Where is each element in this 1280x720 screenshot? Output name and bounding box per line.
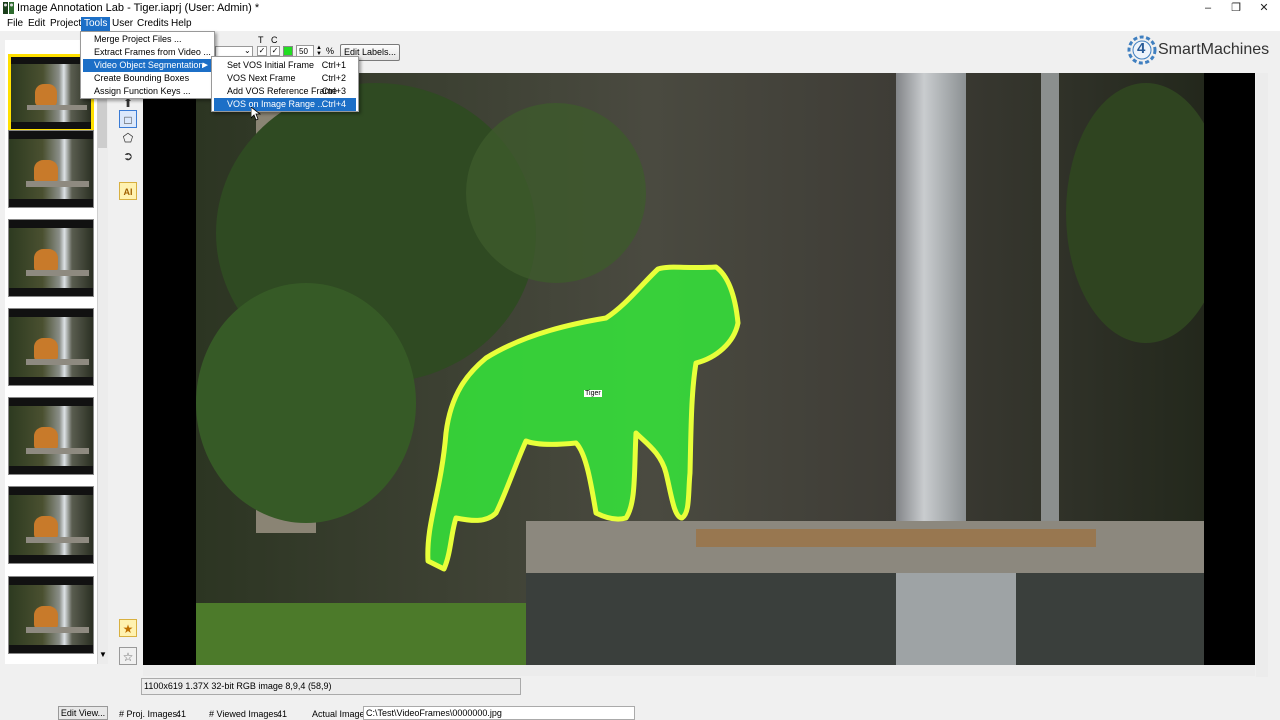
- chevron-down-icon[interactable]: ⌄: [244, 46, 251, 55]
- menu-bar: File Edit Project Tools User Credits Hel…: [0, 17, 1280, 31]
- logo-number: 4: [1137, 40, 1146, 57]
- scroll-down-icon[interactable]: ▼: [99, 650, 107, 659]
- checkbox-icon[interactable]: ✓: [270, 46, 280, 56]
- actual-image-path: C:\Test\VideoFrames\0000000.jpg: [363, 706, 635, 720]
- menu-item-add-vos-reference-frame[interactable]: Add VOS Reference Frame Ctrl+3: [214, 85, 356, 98]
- shortcut-label: Ctrl+3: [321, 86, 346, 96]
- logo-text: SmartMachines: [1158, 41, 1270, 58]
- image-info-status: 1100x619 1.37X 32-bit RGB image 8,9,4 (5…: [141, 678, 521, 695]
- proj-images-label: # Proj. Images:: [119, 709, 180, 719]
- rectangle-icon[interactable]: □: [119, 110, 137, 128]
- menu-item-label: Add VOS Reference Frame: [227, 86, 338, 96]
- toggle-t-label: T: [258, 35, 264, 45]
- submenu-arrow-icon: ▶: [202, 62, 208, 69]
- canvas-vertical-scrollbar[interactable]: [1256, 73, 1268, 677]
- menu-item-create-bounding-boxes[interactable]: Create Bounding Boxes: [83, 72, 212, 85]
- close-icon[interactable]: ✕: [1250, 0, 1278, 17]
- title-bar: Image Annotation Lab - Tiger.iaprj (User…: [0, 0, 1280, 17]
- maximize-icon[interactable]: ❐: [1222, 0, 1250, 17]
- thumbnail-frame[interactable]: [8, 397, 94, 475]
- menu-item-merge-project-files[interactable]: Merge Project Files ...: [83, 33, 212, 46]
- vos-submenu: Set VOS Initial Frame Ctrl+1 VOS Next Fr…: [211, 56, 359, 112]
- image-canvas[interactable]: Tiger: [143, 73, 1255, 665]
- checkbox-icon[interactable]: ✓: [257, 46, 267, 56]
- menu-item-assign-function-keys[interactable]: Assign Function Keys ...: [83, 85, 212, 98]
- menu-item-label: Set VOS Initial Frame: [227, 60, 315, 70]
- shortcut-label: Ctrl+1: [321, 60, 346, 70]
- color-swatch[interactable]: [283, 46, 293, 56]
- ai-icon[interactable]: AI: [119, 182, 137, 200]
- menu-tools[interactable]: Tools: [81, 17, 111, 31]
- thumbnail-list: [5, 40, 97, 664]
- toggle-c-label: C: [271, 35, 278, 45]
- menu-item-extract-frames[interactable]: Extract Frames from Video ...: [83, 46, 212, 59]
- menu-item-label: VOS on Image Range ...: [227, 99, 326, 109]
- menu-item-vos-next-frame[interactable]: VOS Next Frame Ctrl+2: [214, 72, 356, 85]
- proj-images-count: 41: [176, 709, 187, 719]
- menu-credits[interactable]: Credits: [134, 17, 172, 31]
- menu-project[interactable]: Project: [47, 17, 84, 31]
- polygon-icon[interactable]: ⬠: [119, 129, 137, 147]
- menu-item-label: VOS Next Frame: [227, 73, 296, 83]
- minimize-icon[interactable]: –: [1194, 0, 1222, 17]
- window-title: Image Annotation Lab - Tiger.iaprj (User…: [17, 2, 260, 14]
- edit-view-button[interactable]: Edit View...: [58, 706, 108, 720]
- tools-menu: Merge Project Files ... Extract Frames f…: [80, 31, 215, 99]
- menu-item-set-vos-initial-frame[interactable]: Set VOS Initial Frame Ctrl+1: [214, 59, 356, 72]
- opacity-unit: %: [326, 46, 335, 56]
- tool-palette: ⬆ □ ⬠ ➲ AI ★ ☆: [117, 94, 139, 665]
- menu-edit[interactable]: Edit: [25, 17, 48, 31]
- thumbnail-frame[interactable]: [8, 576, 94, 654]
- annotation-label: Tiger: [584, 390, 602, 397]
- thumbnail-frame[interactable]: [8, 130, 94, 208]
- viewed-images-count: 41: [277, 709, 288, 719]
- shortcut-label: Ctrl+4: [321, 99, 346, 109]
- canvas-horizontal-scrollbar[interactable]: [143, 665, 1255, 676]
- menu-item-vos-on-image-range[interactable]: VOS on Image Range ... Ctrl+4: [214, 98, 356, 111]
- menu-user[interactable]: User: [109, 17, 136, 31]
- viewed-images-label: # Viewed Images:: [209, 709, 281, 719]
- menu-item-video-object-segmentation[interactable]: Video Object Segmentation ▶: [83, 59, 212, 72]
- menu-item-video-object-segmentation-label: Video Object Segmentation: [94, 60, 204, 70]
- app-icon: [3, 2, 14, 14]
- mouse-cursor-icon: [251, 107, 261, 121]
- magic-star-icon[interactable]: ★: [119, 619, 137, 637]
- shortcut-label: Ctrl+2: [321, 73, 346, 83]
- lasso-icon[interactable]: ➲: [119, 147, 137, 165]
- menu-help[interactable]: Help: [168, 17, 195, 31]
- menu-file[interactable]: File: [4, 17, 26, 31]
- thumbnail-frame[interactable]: [8, 486, 94, 564]
- actual-image-label: Actual Image:: [312, 709, 368, 719]
- magic-star-edit-icon[interactable]: ☆: [119, 647, 137, 665]
- thumbnail-frame[interactable]: [8, 308, 94, 386]
- thumbnail-frame[interactable]: [8, 219, 94, 297]
- video-frame-image: [196, 73, 1204, 665]
